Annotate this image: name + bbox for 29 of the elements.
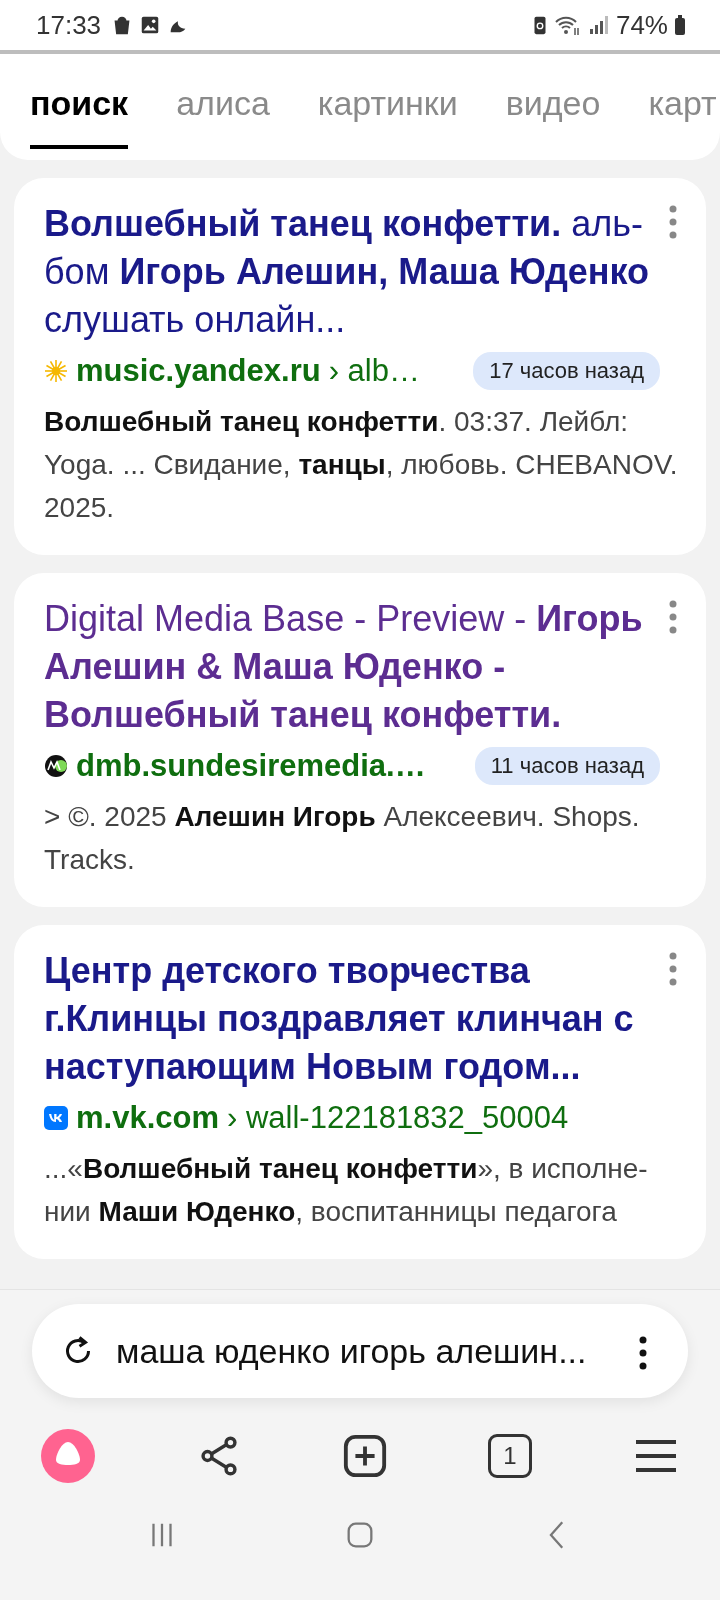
result-domain[interactable]: dmb.sundesiremedia.… [76,748,426,784]
battery-icon [674,14,686,36]
time-badge: 11 часов назад [474,747,660,785]
search-tab[interactable]: поиск [30,84,129,149]
result-title[interactable]: Центр детского творчества г.Клинцы поздравляет клинчан с наступающим Новым годом... [44,947,660,1091]
wifi-icon [553,14,582,36]
result-snippet: Волшебный танец конфетти. 03:37. Лейбл: Yoga. ... Свидание, танцы, любовь. CHEBANOV. 2025. [44,405,678,525]
result-path[interactable]: › wall-122181832_50004 [227,1100,569,1136]
more-icon[interactable] [638,1335,648,1371]
signal-icon [587,14,610,36]
result-snippet: > ©. 2025 Алешин Игорь Алексеевич. Shops. Tracks. [44,800,641,877]
result-title[interactable]: Digital Media Base - Preview - Игорь Алешин & Маша Юденко - Волшебный танец конфетти. [44,595,660,739]
status-time: 17:33 [36,9,102,41]
tabs-button[interactable]: 1 [488,1434,532,1478]
address-bar[interactable]: маша юденко игорь алешин... [32,1304,688,1398]
battery-level: 74% [615,9,668,41]
result-title[interactable]: Волшебный танец конфетти. аль-бом Игорь Алешин, Маша Юденко слушать онлайн... [44,200,660,344]
assistant-icon[interactable] [40,1428,96,1484]
search-tab[interactable]: алиса [176,84,270,149]
search-tab[interactable]: видео [505,84,601,149]
result-snippet: ...«Волшебный танец конфетти», в исполне-нии Маши Юденко, воспитанницы педагога [44,1152,649,1229]
result-path[interactable]: › alb… [328,353,420,389]
search-query: маша юденко игорь алешин... [116,1331,588,1371]
search-tab[interactable]: картинки [317,84,458,149]
time-badge: 17 часов назад [473,352,660,390]
result-domain[interactable]: m.vk.com [76,1100,219,1136]
new-tab-icon[interactable] [342,1433,388,1479]
result-domain[interactable]: music.yandex.ru [76,353,321,389]
search-tab[interactable]: карт [648,84,717,149]
